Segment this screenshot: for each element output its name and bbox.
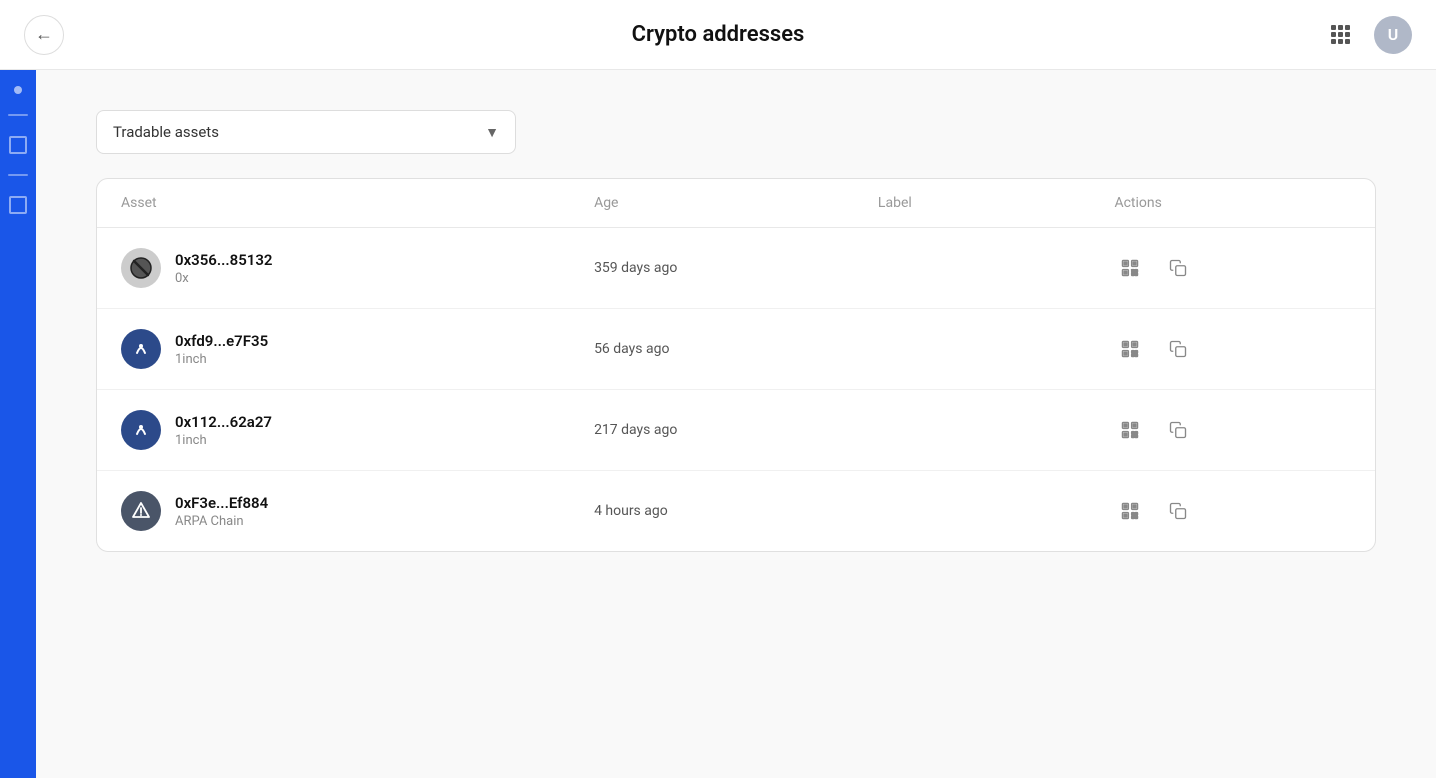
qr-code-icon [1120,339,1140,359]
copy-button-3[interactable] [1162,414,1194,446]
sidebar-item-5 [9,196,27,214]
header-right: U [1322,16,1412,54]
copy-icon [1169,340,1187,358]
asset-address-1: 0x356...85132 [175,251,273,269]
asset-icon-1 [121,248,161,288]
qr-code-icon [1120,501,1140,521]
dropdown-label: Tradable assets [113,123,219,141]
asset-filter-dropdown[interactable]: Tradable assets ▼ [96,110,516,154]
actions-cell-1 [1114,252,1351,284]
asset-icon-2 [121,329,161,369]
copy-button-1[interactable] [1162,252,1194,284]
main-content: Tradable assets ▼ Asset Age Label Action… [36,70,1436,778]
col-label: Label [878,195,1115,211]
actions-cell-3 [1114,414,1351,446]
asset-cell-2: 0xfd9...e7F35 1inch [121,329,594,369]
copy-button-2[interactable] [1162,333,1194,365]
sidebar-item-3 [9,136,27,154]
col-age: Age [594,195,878,211]
asset-cell-3: 0x112...62a27 1inch [121,410,594,450]
copy-icon [1169,502,1187,520]
chevron-down-icon: ▼ [485,124,499,141]
qr-code-icon [1120,420,1140,440]
asset-name-4: ARPA Chain [175,514,268,529]
back-button[interactable]: ← [24,15,64,55]
age-cell-2: 56 days ago [594,341,878,357]
table-row: 0x356...85132 0x 359 days ago [97,228,1375,309]
sidebar [0,70,36,778]
table-row: 0xfd9...e7F35 1inch 56 days ago [97,309,1375,390]
asset-address-2: 0xfd9...e7F35 [175,332,268,350]
filter-row: Tradable assets ▼ [96,110,1376,154]
table-row: 0x112...62a27 1inch 217 days ago [97,390,1375,471]
grid-apps-icon [1331,25,1350,44]
asset-icon-4 [121,491,161,531]
qr-code-icon [1120,258,1140,278]
col-actions: Actions [1114,195,1351,211]
asset-name-2: 1inch [175,352,268,367]
layout: Tradable assets ▼ Asset Age Label Action… [0,70,1436,778]
asset-info-3: 0x112...62a27 1inch [175,413,272,448]
asset-info-2: 0xfd9...e7F35 1inch [175,332,268,367]
grid-apps-button[interactable] [1322,17,1358,53]
page-title: Crypto addresses [632,22,805,47]
asset-icon-3 [121,410,161,450]
asset-cell-4: 0xF3e...Ef884 ARPA Chain [121,491,594,531]
copy-button-4[interactable] [1162,495,1194,527]
qr-button-2[interactable] [1114,333,1146,365]
sidebar-item-1 [14,86,22,94]
copy-icon [1169,259,1187,277]
asset-address-4: 0xF3e...Ef884 [175,494,268,512]
actions-cell-2 [1114,333,1351,365]
back-icon: ← [35,24,53,45]
table-header: Asset Age Label Actions [97,179,1375,228]
qr-button-1[interactable] [1114,252,1146,284]
sidebar-item-4 [8,174,28,176]
qr-button-3[interactable] [1114,414,1146,446]
col-asset: Asset [121,195,594,211]
actions-cell-4 [1114,495,1351,527]
crypto-addresses-table: Asset Age Label Actions [96,178,1376,552]
age-cell-4: 4 hours ago [594,503,878,519]
asset-info-4: 0xF3e...Ef884 ARPA Chain [175,494,268,529]
sidebar-item-2 [8,114,28,116]
asset-cell-1: 0x356...85132 0x [121,248,594,288]
header: ← Crypto addresses U [0,0,1436,70]
asset-name-1: 0x [175,271,273,286]
age-cell-1: 359 days ago [594,260,878,276]
asset-info-1: 0x356...85132 0x [175,251,273,286]
table-row: 0xF3e...Ef884 ARPA Chain 4 hours ago [97,471,1375,551]
asset-address-3: 0x112...62a27 [175,413,272,431]
age-cell-3: 217 days ago [594,422,878,438]
avatar[interactable]: U [1374,16,1412,54]
asset-name-3: 1inch [175,433,272,448]
qr-button-4[interactable] [1114,495,1146,527]
header-left: ← [24,15,64,55]
copy-icon [1169,421,1187,439]
